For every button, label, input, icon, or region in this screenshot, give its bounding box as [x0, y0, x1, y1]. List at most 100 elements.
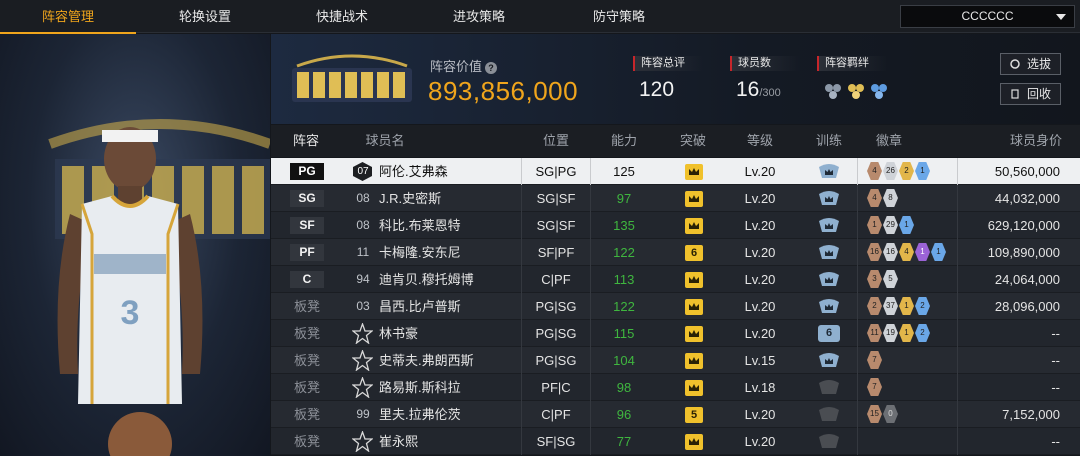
- player-name[interactable]: 林书豪: [379, 320, 418, 347]
- chemistry-icons[interactable]: [823, 82, 889, 100]
- table-row[interactable]: 板凳 03 昌西.比卢普斯 PG|SG 122 Lv.20 2 37 1 2 28,096,000: [271, 293, 1080, 320]
- tab-rotation-settings[interactable]: 轮换设置: [137, 0, 273, 33]
- team-select-dropdown[interactable]: CCCCCC: [900, 5, 1075, 28]
- featured-player-panel: 3: [0, 34, 270, 456]
- col-ability[interactable]: 能力: [596, 125, 652, 157]
- player-name[interactable]: 史蒂夫.弗朗西斯: [379, 347, 474, 374]
- column-divider: [590, 158, 591, 185]
- column-divider: [590, 239, 591, 266]
- training-crown-icon: [819, 272, 839, 286]
- player-position: SF|SG: [536, 434, 576, 449]
- player-name[interactable]: 路易斯.斯科拉: [379, 374, 461, 401]
- table-row[interactable]: 板凳 99 里夫.拉弗伦茨 C|PF 96 5 Lv.20 15 0 7,152,000: [271, 401, 1080, 428]
- jersey-number: 11: [356, 245, 370, 259]
- table-row[interactable]: PG 07 阿伦.艾弗森 SG|PG 125 Lv.20 4 26 2 1 50,560,000: [271, 158, 1080, 185]
- player-position: SG|SF: [536, 218, 576, 233]
- player-level: Lv.15: [744, 353, 776, 368]
- col-breakthrough[interactable]: 突破: [665, 125, 721, 157]
- badge-list: 48: [867, 189, 898, 207]
- roster-table: PG 07 阿伦.艾弗森 SG|PG 125 Lv.20 4 26 2 1 50,560,000 SG…: [271, 158, 1080, 455]
- nuggets-logo-icon: [292, 54, 412, 102]
- column-divider: [857, 347, 858, 374]
- badge-bronze: 4: [867, 189, 882, 207]
- column-divider: [857, 158, 858, 185]
- select-button[interactable]: 选拔: [1000, 53, 1061, 75]
- table-row[interactable]: 板凳 路易斯.斯科拉 PF|C 98 Lv.18 7 --: [271, 374, 1080, 401]
- tab-lineup-management[interactable]: 阵容管理: [0, 0, 136, 34]
- slot-badge: SG: [290, 190, 324, 207]
- badge-bronze: 15: [867, 405, 882, 423]
- tab-offense-strategy[interactable]: 进攻策略: [411, 0, 547, 33]
- col-position[interactable]: 位置: [528, 125, 584, 157]
- table-row[interactable]: C 94 迪肯贝.穆托姆博 C|PF 113 Lv.20 3 5 24,064,000: [271, 266, 1080, 293]
- lineup-value-label: 阵容价值?: [430, 56, 498, 75]
- player-level: Lv.20: [744, 407, 776, 422]
- player-name[interactable]: 迪肯贝.穆托姆博: [379, 266, 474, 293]
- column-divider: [521, 401, 522, 428]
- player-salary: --: [1051, 380, 1060, 395]
- overall-value: 120: [639, 78, 675, 101]
- breakthrough-crown-icon: [685, 272, 703, 288]
- column-divider: [521, 239, 522, 266]
- tab-quick-tactics[interactable]: 快捷战术: [274, 0, 410, 33]
- table-row[interactable]: SF 08 科比.布莱恩特 SG|SF 135 Lv.20 1 29 1 629,120,000: [271, 212, 1080, 239]
- column-divider: [857, 320, 858, 347]
- star-badge-icon: [352, 377, 373, 398]
- star-badge-icon: [352, 323, 373, 344]
- slot-badge: SF: [290, 217, 324, 234]
- player-salary: --: [1051, 353, 1060, 368]
- player-ability: 98: [616, 380, 632, 395]
- col-training[interactable]: 训练: [801, 125, 857, 157]
- player-ability: 122: [613, 299, 635, 314]
- column-divider: [521, 428, 522, 455]
- player-name[interactable]: J.R.史密斯: [379, 185, 441, 212]
- table-row[interactable]: PF 11 卡梅隆.安东尼 SF|PF 122 6 Lv.20 16 16 4 1 1 109,890,…: [271, 239, 1080, 266]
- table-row[interactable]: 板凳 林书豪 PG|SG 115 Lv.20 6 11 19 1 2 --: [271, 320, 1080, 347]
- breakthrough-crown-icon: [685, 353, 703, 369]
- player-name[interactable]: 阿伦.艾弗森: [379, 158, 448, 185]
- player-level: Lv.20: [744, 299, 776, 314]
- recycle-button[interactable]: 回收: [1000, 83, 1061, 105]
- col-badges[interactable]: 徽章: [861, 125, 917, 157]
- col-salary[interactable]: 球员身价: [1001, 125, 1071, 157]
- refresh-icon: [1010, 59, 1020, 69]
- jersey-number: 99: [356, 407, 370, 421]
- col-level[interactable]: 等级: [732, 125, 788, 157]
- badge-blue: 1: [931, 243, 946, 261]
- col-player-name[interactable]: 球员名: [355, 125, 415, 157]
- help-icon[interactable]: ?: [485, 62, 498, 74]
- player-name[interactable]: 里夫.拉弗伦茨: [379, 401, 461, 428]
- player-salary: --: [1051, 434, 1060, 449]
- jersey-number: 94: [356, 272, 370, 286]
- player-position: PG|SG: [535, 353, 577, 368]
- training-crown-icon: [819, 164, 839, 178]
- column-divider: [857, 428, 858, 455]
- badge-bronze: 1: [867, 216, 882, 234]
- table-row[interactable]: SG 08 J.R.史密斯 SG|SF 97 Lv.20 4 8 44,032,000: [271, 185, 1080, 212]
- chevron-down-icon: [1056, 14, 1066, 20]
- badge-silver: 26: [883, 162, 898, 180]
- player-salary: --: [1051, 326, 1060, 341]
- player-name[interactable]: 科比.布莱恩特: [379, 212, 461, 239]
- player-position: SF|PF: [537, 245, 575, 260]
- column-divider: [590, 293, 591, 320]
- column-divider: [590, 266, 591, 293]
- training-crown-icon: [819, 299, 839, 313]
- table-row[interactable]: 板凳 史蒂夫.弗朗西斯 PG|SG 104 Lv.15 7 --: [271, 347, 1080, 374]
- column-divider: [521, 293, 522, 320]
- lineup-value: 893,856,000: [428, 76, 579, 106]
- badge-gold: 2: [899, 162, 914, 180]
- player-name[interactable]: 卡梅隆.安东尼: [379, 239, 461, 266]
- player-ability: 135: [613, 218, 635, 233]
- column-divider: [521, 320, 522, 347]
- player-name[interactable]: 昌西.比卢普斯: [379, 293, 461, 320]
- tab-defense-strategy[interactable]: 防守策略: [548, 0, 690, 33]
- player-ability: 104: [613, 353, 635, 368]
- column-divider: [521, 374, 522, 401]
- player-name[interactable]: 崔永熙: [379, 428, 418, 455]
- table-row[interactable]: 板凳 崔永熙 SF|SG 77 Lv.20 --: [271, 428, 1080, 455]
- player-level: Lv.20: [744, 218, 776, 233]
- col-slot[interactable]: 阵容: [271, 125, 341, 157]
- badge-gold: 4: [899, 243, 914, 261]
- column-divider: [521, 347, 522, 374]
